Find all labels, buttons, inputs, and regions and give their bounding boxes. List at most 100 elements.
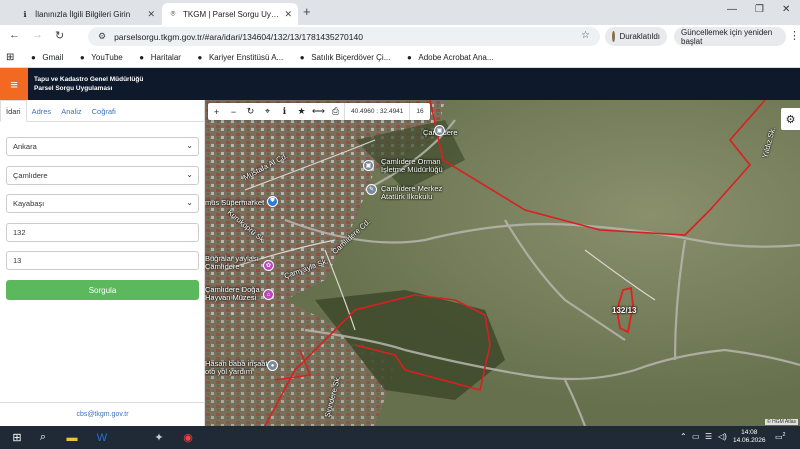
app-header: ≡ Tapu ve Kadastro Genel Müdürlüğü Parse… bbox=[0, 68, 800, 100]
site-info-icon[interactable]: ⚙ bbox=[98, 31, 106, 42]
parsel-input[interactable]: 13 bbox=[6, 251, 199, 270]
tab-adres[interactable]: Adres bbox=[27, 100, 57, 122]
menu-kebab-icon[interactable]: ⋮ bbox=[789, 29, 800, 42]
tab-idari[interactable]: İdari bbox=[0, 100, 27, 122]
close-window-icon[interactable]: ✕ bbox=[782, 4, 790, 15]
file-explorer-icon[interactable]: ▬ bbox=[64, 430, 80, 445]
browser-tab-listing[interactable]: ℹ İlanınızla İlgili Bilgileri Girin ✕ bbox=[14, 3, 161, 25]
parcel-label[interactable]: 132/13 bbox=[612, 306, 636, 315]
poi-town-icon[interactable]: ▣ bbox=[434, 125, 445, 136]
clock-time: 14:08 bbox=[741, 429, 758, 436]
zoom-in-icon[interactable]: + bbox=[208, 103, 225, 120]
refresh-icon[interactable]: ↻ bbox=[242, 103, 259, 120]
close-icon[interactable]: ✕ bbox=[284, 9, 292, 20]
update-restart-button[interactable]: Güncellemek için yeniden başlat bbox=[674, 27, 786, 46]
zoom-out-icon[interactable]: − bbox=[225, 103, 242, 120]
info-icon[interactable]: ℹ bbox=[276, 103, 293, 120]
bookmark-gmail[interactable]: ● Gmail bbox=[28, 53, 63, 63]
globe-icon: ● bbox=[139, 53, 145, 62]
apps-grid-icon[interactable]: ⊞ bbox=[6, 52, 14, 63]
location-pin-icon: ⌾ bbox=[170, 9, 176, 18]
settings-gear-icon[interactable]: ⚙ bbox=[781, 108, 800, 130]
profile-paused-button[interactable]: Duraklatıldı bbox=[605, 27, 667, 46]
mahalle-select[interactable]: Kayabaşı ⌄ bbox=[6, 194, 199, 213]
globe-icon: ● bbox=[197, 53, 203, 62]
notification-count: 2 bbox=[782, 432, 786, 438]
coordinate-readout: 40.4960 : 32.4941 bbox=[344, 103, 409, 120]
app-icon[interactable]: ✦ bbox=[151, 430, 167, 445]
windows-start-icon[interactable]: ⊞ bbox=[9, 430, 25, 445]
system-clock[interactable]: 14:08 14.06.2026 bbox=[733, 429, 766, 445]
bookmark-star-icon[interactable]: ☆ bbox=[581, 30, 590, 41]
chevron-down-icon: ⌄ bbox=[186, 141, 193, 150]
favorite-star-icon[interactable]: ★ bbox=[293, 103, 310, 120]
chrome-icon[interactable]: ◉ bbox=[180, 430, 196, 445]
locate-icon[interactable]: ⌖ bbox=[259, 103, 276, 120]
zoom-level: 16 bbox=[409, 103, 429, 120]
bookmark-label: Adobe Acrobat Ana... bbox=[418, 53, 494, 62]
bookmark-label: Gmail bbox=[42, 53, 64, 62]
back-icon[interactable]: ← bbox=[9, 29, 20, 41]
poi-park-icon[interactable]: ✿ bbox=[263, 260, 274, 271]
query-panel: İdari Adres Analiz Coğrafi Ankara ⌄ Çaml… bbox=[0, 100, 205, 426]
tray-chevron-icon[interactable]: ⌃ bbox=[680, 432, 687, 441]
bookmark-bicerdover[interactable]: ● Satılık Biçerdöver Çi... bbox=[297, 53, 391, 63]
tab-analiz[interactable]: Analiz bbox=[56, 100, 86, 122]
mahalle-value: Kayabaşı bbox=[13, 199, 45, 208]
browser-toolbar: ← → ↻ ⚙ parselsorgu.tkgm.gov.tr/#ara/ida… bbox=[0, 25, 800, 48]
map-toolbar: + − ↻ ⌖ ℹ ★ ⟷ ⎙ 40.4960 : 32.4941 16 bbox=[208, 103, 430, 120]
satellite-map bbox=[205, 100, 800, 426]
tab-cografi[interactable]: Coğrafi bbox=[87, 100, 121, 122]
browser-tab-tkgm[interactable]: ⌾ TKGM | Parsel Sorgu Uygulama ✕ bbox=[162, 3, 298, 25]
minimize-icon[interactable]: — bbox=[727, 4, 737, 15]
volume-icon[interactable]: ◁) bbox=[718, 432, 727, 441]
bookmark-maps[interactable]: ● Haritalar bbox=[137, 53, 181, 63]
ada-value: 132 bbox=[13, 228, 26, 237]
close-icon[interactable]: ✕ bbox=[147, 9, 155, 20]
sorgula-button[interactable]: Sorgula bbox=[6, 280, 199, 300]
map-label: Çamlıdere Orman İşletme Müdürlüğü bbox=[381, 157, 443, 174]
bookmark-youtube[interactable]: ● YouTube bbox=[77, 53, 123, 63]
new-tab-button[interactable]: + bbox=[303, 4, 311, 19]
map-label: mus Süpermarket bbox=[205, 198, 265, 207]
hamburger-menu-icon[interactable]: ≡ bbox=[0, 68, 28, 100]
poi-school-icon[interactable]: ✎ bbox=[366, 184, 377, 195]
info-icon: ℹ bbox=[23, 9, 27, 19]
forward-icon[interactable]: → bbox=[32, 29, 43, 41]
ada-input[interactable]: 132 bbox=[6, 223, 199, 242]
poi-business-icon[interactable]: ● bbox=[267, 360, 278, 371]
browser-tab-strip: ℹ İlanınızla İlgili Bilgileri Girin ✕ ⌾ … bbox=[0, 0, 800, 25]
chevron-down-icon: ⌄ bbox=[186, 170, 193, 179]
bookmark-label: Satılık Biçerdöver Çi... bbox=[311, 53, 391, 62]
search-icon[interactable]: ⌕ bbox=[35, 430, 51, 445]
map-view[interactable]: + − ↻ ⌖ ℹ ★ ⟷ ⎙ 40.4960 : 32.4941 16 ⚙ Ç… bbox=[205, 100, 800, 426]
poi-shop-icon[interactable]: ⛊ bbox=[267, 196, 278, 207]
app-title-line2: Parsel Sorgu Uygulaması bbox=[34, 85, 113, 92]
bookmark-label: Haritalar bbox=[150, 53, 181, 62]
ilce-value: Çamlıdere bbox=[13, 171, 48, 180]
globe-icon: ● bbox=[406, 53, 412, 62]
measure-icon[interactable]: ⟷ bbox=[310, 103, 327, 120]
battery-icon[interactable]: ▭ bbox=[692, 432, 700, 441]
bookmark-kariyer[interactable]: ● Kariyer Enstitüsü A... bbox=[195, 53, 284, 63]
address-bar[interactable]: ⚙ parselsorgu.tkgm.gov.tr/#ara/idari/134… bbox=[88, 27, 600, 46]
il-value: Ankara bbox=[13, 142, 37, 151]
ilce-select[interactable]: Çamlıdere ⌄ bbox=[6, 166, 199, 185]
word-icon[interactable]: W bbox=[94, 430, 110, 445]
poi-museum-icon[interactable]: ⌂ bbox=[263, 289, 274, 300]
bookmarks-bar: ⊞ ● Gmail ● YouTube ● Haritalar ● Kariyer En… bbox=[0, 48, 800, 68]
il-select[interactable]: Ankara ⌄ bbox=[6, 137, 199, 156]
reload-icon[interactable]: ↻ bbox=[55, 29, 64, 42]
map-label: Buğralar yaylası Çamlıdere bbox=[205, 254, 259, 271]
poi-building-icon[interactable]: ▣ bbox=[363, 160, 374, 171]
bookmark-adobe[interactable]: ● Adobe Acrobat Ana... bbox=[404, 53, 494, 63]
tab-title: İlanınızla İlgili Bilgileri Girin bbox=[35, 9, 131, 19]
map-label: Hasan baba inşaat oto yol yardım bbox=[205, 359, 268, 376]
clock-date: 14.06.2026 bbox=[733, 437, 766, 444]
network-icon[interactable]: ☰ bbox=[705, 432, 712, 441]
print-icon[interactable]: ⎙ bbox=[327, 103, 344, 120]
globe-icon: ● bbox=[299, 53, 305, 62]
notification-icon[interactable]: ▭2 bbox=[775, 432, 785, 442]
contact-email-link[interactable]: cbs@tkgm.gov.tr bbox=[0, 402, 205, 426]
restore-icon[interactable]: ❐ bbox=[755, 4, 764, 15]
